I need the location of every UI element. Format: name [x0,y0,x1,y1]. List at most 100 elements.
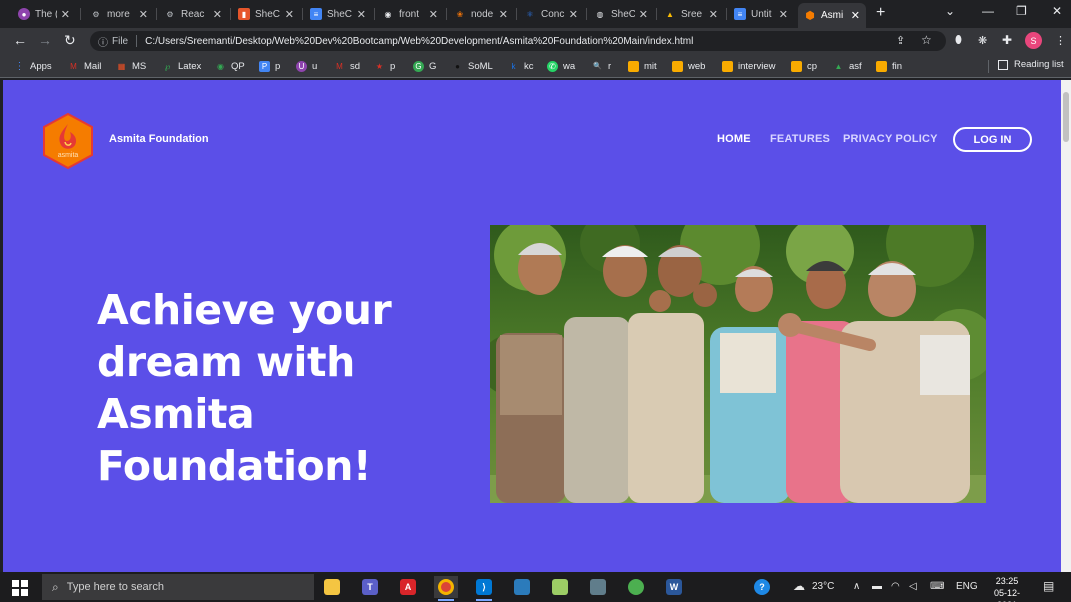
bookmark-item[interactable]: ℘ Latex [162,59,202,73]
browser-tab[interactable]: ⚛ Conc ✕ [518,3,584,25]
scrollbar-thumb[interactable] [1063,92,1069,142]
bookmark-item[interactable]: M Mail [68,59,101,73]
close-tab-icon[interactable]: ✕ [285,8,294,21]
browser-tab[interactable]: ▲ Sree ✕ [658,3,724,25]
acrobat-taskbar-button[interactable]: A [396,576,420,598]
nav-home-link[interactable]: HOME [717,133,751,145]
bookmark-item[interactable]: Uu [296,59,317,73]
tray-chevron-up-icon[interactable]: ∧ [853,581,860,592]
bookmark-item[interactable]: GG [413,59,436,73]
xbox-taskbar-button[interactable] [624,576,648,598]
bookmark-item[interactable]: ▦ MS [116,59,147,73]
profile-avatar[interactable]: S [1025,32,1042,49]
help-taskbar-button[interactable]: ? [750,576,774,598]
share-icon[interactable]: ⇪ [896,34,905,47]
restore-icon[interactable]: ❐ [1016,4,1027,18]
app-taskbar-button[interactable] [586,576,610,598]
volume-icon[interactable]: ◁ [909,581,917,592]
windows-start-icon[interactable] [12,580,28,596]
close-tab-icon[interactable]: ✕ [429,8,438,21]
keyboard-icon[interactable]: ⌨ [930,581,944,592]
close-tab-icon[interactable]: ✕ [779,8,788,21]
close-tab-icon[interactable]: ✕ [639,8,648,21]
browser-tab[interactable]: ⚙ more ✕ [84,3,154,25]
tab-search-chevron-icon[interactable]: ⌄ [945,4,955,18]
close-tab-icon[interactable]: ✕ [569,8,578,21]
browser-tab[interactable]: ≡ Untit ✕ [728,3,794,25]
folder-icon [672,60,683,72]
word-icon: W [666,579,682,595]
bookmark-apps[interactable]: ⋮ Apps [14,59,52,73]
bookmark-item[interactable]: 🔍 r [592,59,611,73]
vscode-taskbar-button[interactable]: ⟩ [472,576,496,601]
address-bar[interactable]: ⓘ File C:/Users/Sreemanti/Desktop/Web%20… [90,31,946,51]
page-scrollbar[interactable] [1061,80,1071,572]
file-explorer-taskbar-button[interactable] [320,576,344,598]
extensions-puzzle-icon[interactable]: ✚ [1002,33,1012,47]
bookmark-item[interactable]: ★ p [374,59,395,73]
nav-features-link[interactable]: FEATURES [770,133,830,145]
chrome-taskbar-button[interactable] [434,576,458,601]
bookmark-star-icon[interactable]: ☆ [921,33,932,47]
photos-taskbar-button[interactable] [510,576,534,598]
weather-icon[interactable]: ☁ [793,579,805,593]
taskbar-clock[interactable]: 23:25 05-12-2021 [984,575,1030,602]
reload-icon[interactable]: ↻ [64,32,76,49]
browser-menu-icon[interactable]: ⋮ [1055,34,1066,47]
teams-taskbar-button[interactable]: T [358,576,382,598]
extension-gear-icon[interactable]: ❋ [978,34,987,47]
asmita-logo[interactable]: asmita [39,112,97,170]
minimize-icon[interactable]: — [982,4,994,18]
notifications-icon[interactable]: ▤ [1043,579,1054,593]
site-info-icon[interactable]: ⓘ [98,34,108,49]
browser-tab[interactable]: ◉ front ✕ [376,3,444,25]
wifi-icon[interactable]: ◠ [891,581,900,592]
bookmark-folder[interactable]: cp [791,59,817,73]
extension-icon[interactable]: ⬮ [955,34,962,47]
address-url[interactable]: C:/Users/Sreemanti/Desktop/Web%20Dev%20B… [145,36,693,47]
input-language[interactable]: ENG [956,581,978,592]
browser-tab[interactable]: ❀ node ✕ [448,3,514,25]
browser-tab[interactable]: ▮ SheC ✕ [232,3,300,25]
tab-favicon-icon: ● [18,8,30,20]
bookmark-folder[interactable]: interview [722,59,776,73]
close-tab-icon[interactable]: ✕ [851,9,860,22]
close-tab-icon[interactable]: ✕ [139,8,148,21]
bookmark-folder[interactable]: fin [876,59,902,73]
notepad-taskbar-button[interactable] [548,576,572,598]
forward-arrow-icon[interactable]: → [38,32,52,48]
close-tab-icon[interactable]: ✕ [357,8,366,21]
tray-app-icon[interactable]: ▬ [872,581,882,592]
bookmark-item[interactable]: ◉ QP [215,59,245,73]
close-tab-icon[interactable]: ✕ [499,8,508,21]
weather-temperature[interactable]: 23°C [812,581,834,592]
search-icon: ⌕ [52,579,59,594]
reading-list-button[interactable]: Reading list [998,59,1064,70]
bookmark-folder[interactable]: mit [628,59,657,73]
bookmark-label: MS [132,60,147,72]
bookmark-item[interactable]: Pp [259,59,280,73]
nav-privacy-policy-link[interactable]: PRIVACY POLICY [843,133,938,145]
login-button[interactable]: LOG IN [953,127,1032,152]
browser-tab[interactable]: ⚙ Reac ✕ [158,3,228,25]
browser-tab[interactable]: ● The ( ✕ [12,3,76,25]
close-tab-icon[interactable]: ✕ [61,8,70,21]
close-tab-icon[interactable]: ✕ [213,8,222,21]
bookmark-item[interactable]: Msd [334,59,360,73]
back-arrow-icon[interactable]: ← [13,32,27,48]
new-tab-button[interactable]: + [876,4,885,22]
word-taskbar-button[interactable]: W [662,576,686,598]
bookmark-item[interactable]: ● SoML [452,59,493,73]
bookmark-folder[interactable]: web [672,59,705,73]
browser-tab[interactable]: ≡ SheC ✕ [304,3,372,25]
bookmark-item[interactable]: k kc [508,59,534,73]
close-tab-icon[interactable]: ✕ [709,8,718,21]
brand-name[interactable]: Asmita Foundation [109,133,209,145]
bookmark-item[interactable]: ✆ wa [547,59,575,73]
bookmark-item[interactable]: ▲ asf [833,59,862,73]
browser-tab[interactable]: ◍ SheC ✕ [588,3,654,25]
browser-tab-active[interactable]: ⬢ Asmi ✕ [798,3,866,28]
close-window-icon[interactable]: ✕ [1052,4,1062,18]
whatsapp-icon: ✆ [547,60,558,72]
taskbar-search-box[interactable]: ⌕ Type here to search [42,574,314,600]
